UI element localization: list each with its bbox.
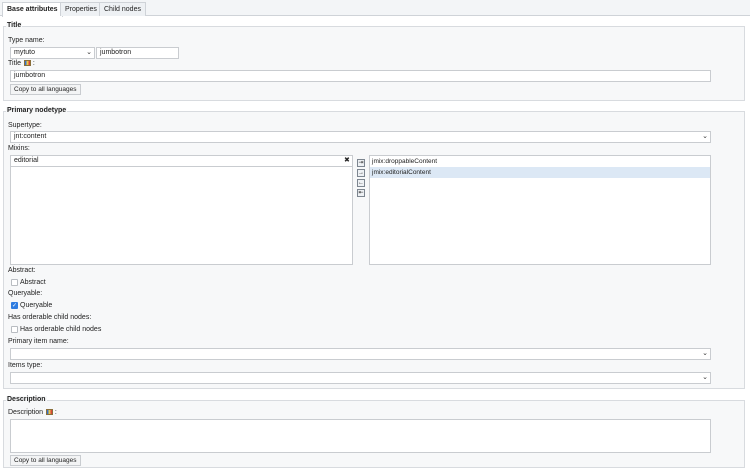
- title-input[interactable]: jumbotron: [10, 70, 711, 82]
- primary-nodetype-legend: Primary nodetype: [6, 107, 68, 114]
- orderable-checkbox[interactable]: [11, 326, 18, 333]
- language-flag-icon: [23, 60, 31, 66]
- abstract-label: Abstract:: [8, 267, 36, 274]
- queryable-checkbox[interactable]: ✓: [11, 302, 18, 309]
- items-type-label: Items type:: [8, 362, 43, 369]
- tab-bar: Base attributes Properties Child nodes: [0, 0, 750, 17]
- description-label-suffix: :: [54, 409, 57, 416]
- list-item[interactable]: jmix:droppableContent: [370, 156, 710, 167]
- queryable-checkbox-label: Queryable: [20, 302, 53, 309]
- description-textarea[interactable]: [10, 419, 711, 453]
- mixin-filter-input[interactable]: editorial: [10, 155, 353, 167]
- chevron-down-icon: ⌄: [702, 374, 708, 381]
- description-label-text: Description: [8, 409, 44, 416]
- title-label: Title :: [8, 60, 35, 67]
- type-prefix-select[interactable]: mytuto ⌄: [10, 47, 95, 59]
- type-name-input[interactable]: jumbotron: [96, 47, 179, 59]
- title-copy-all-languages-button[interactable]: Copy to all languages: [10, 84, 81, 95]
- title-fieldset: [3, 26, 745, 101]
- mixins-label: Mixins:: [8, 145, 30, 152]
- queryable-label: Queryable:: [8, 290, 43, 297]
- primary-item-select[interactable]: ⌄: [10, 348, 711, 360]
- primary-item-label: Primary item name:: [8, 338, 69, 345]
- type-name-label: Type name:: [8, 37, 45, 44]
- list-item[interactable]: jmix:editorialContent: [370, 167, 710, 178]
- chevron-down-icon: ⌄: [702, 350, 708, 357]
- description-label: Description :: [8, 409, 57, 416]
- items-type-select[interactable]: ⌄: [10, 372, 711, 384]
- available-mixins-list[interactable]: [10, 155, 353, 265]
- orderable-label: Has orderable child nodes:: [8, 314, 92, 321]
- chevron-down-icon: ⌄: [702, 133, 708, 140]
- supertype-label: Supertype:: [8, 122, 42, 129]
- clear-icon[interactable]: ✖: [344, 156, 350, 164]
- language-flag-icon: [45, 409, 53, 415]
- tab-properties[interactable]: Properties: [60, 2, 102, 16]
- tab-base-attributes[interactable]: Base attributes: [2, 2, 63, 17]
- description-copy-all-languages-button[interactable]: Copy to all languages: [10, 455, 81, 466]
- title-legend: Title: [6, 22, 23, 29]
- selected-mixins-list[interactable]: jmix:droppableContent jmix:editorialCont…: [369, 155, 711, 265]
- description-legend: Description: [6, 396, 47, 403]
- move-all-right-button[interactable]: ⇥: [357, 159, 365, 167]
- supertype-value: jnt:content: [14, 133, 47, 140]
- tab-child-nodes[interactable]: Child nodes: [99, 2, 146, 16]
- move-right-button[interactable]: →: [357, 169, 365, 177]
- supertype-select[interactable]: jnt:content ⌄: [10, 131, 711, 143]
- abstract-checkbox-label: Abstract: [20, 279, 46, 286]
- orderable-checkbox-label: Has orderable child nodes: [20, 326, 102, 333]
- title-label-text: Title: [8, 60, 21, 67]
- move-all-left-button[interactable]: ⇤: [357, 189, 365, 197]
- move-left-button[interactable]: ←: [357, 179, 365, 187]
- title-label-suffix: :: [32, 60, 35, 67]
- chevron-down-icon: ⌄: [86, 49, 92, 56]
- type-prefix-value: mytuto: [14, 49, 36, 56]
- abstract-checkbox[interactable]: [11, 279, 18, 286]
